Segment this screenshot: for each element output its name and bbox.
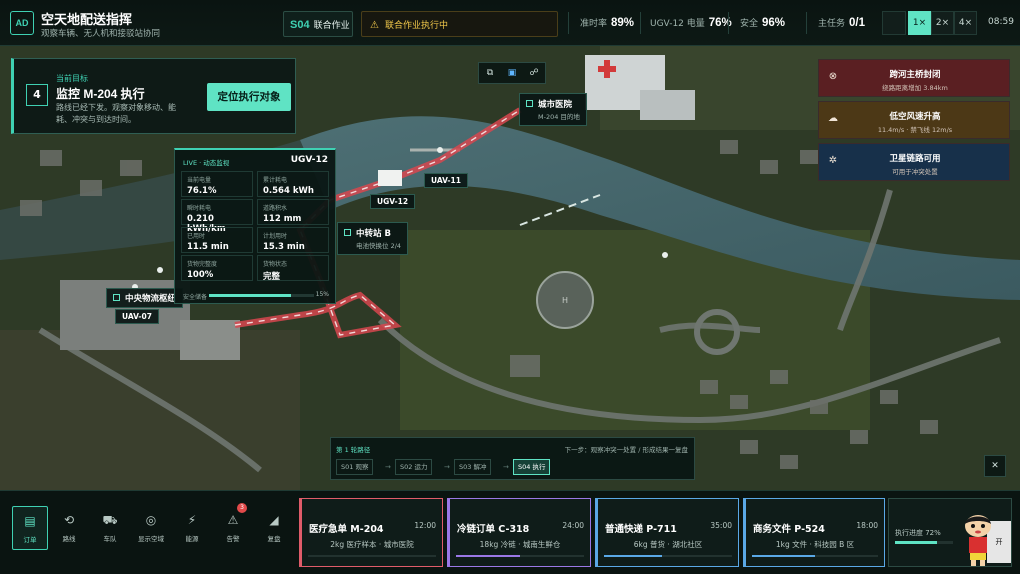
ugv-12-tag[interactable]: UGV-12 [370, 194, 416, 209]
alert-bridge-closed[interactable]: ⊗ 跨河主桥封闭 绕路距离增加 3.84km [818, 59, 1010, 97]
telemetry-cell: 道路积水 112 mm [257, 199, 329, 225]
stage-name: 联合作业 [313, 21, 350, 31]
step-s03[interactable]: S03 解冲 [454, 459, 492, 475]
clock: 08:59 [988, 17, 1014, 27]
location-icon [526, 100, 533, 107]
divider [568, 12, 569, 34]
svg-text:H: H [562, 296, 568, 305]
people-icon[interactable]: ☍ [527, 67, 541, 80]
stage-code: S04 [290, 19, 310, 31]
target-title: 监控 M-204 执行 [56, 87, 145, 101]
ugv-vehicle [378, 170, 402, 186]
stat-safety: 安全 96% [740, 17, 786, 29]
telemetry-cell: 瞬时耗电 0.210 kWh/km [181, 199, 253, 234]
car-icon: ⛟ [102, 513, 118, 527]
nav-fleet[interactable]: ⛟ 车队 [92, 506, 128, 550]
stat-main-task: 主任务 0/1 [818, 17, 866, 29]
execution-progress-label: 执行进度 72% [895, 529, 941, 537]
speed-2x-button[interactable]: 2× [931, 11, 954, 35]
telemetry-cell: 当前电量 76.1% [181, 171, 253, 197]
next-step-hint: 下一步：观察冲突一处置 / 形成结果一复盘 [564, 446, 688, 454]
chart-icon: ◢ [269, 513, 279, 527]
nav-orders[interactable]: ▤ 订单 [12, 506, 48, 550]
mascot-avatar [965, 515, 991, 566]
pause-button[interactable] [882, 11, 906, 35]
top-bar: AD 空天地配送指挥 观察车辆、无人机和接驳站协同 S04 联合作业 ⚠ 联合作业执… [0, 0, 1020, 46]
locate-target-button[interactable]: 定位执行对象 [207, 83, 291, 111]
arrow-icon: → [503, 463, 509, 471]
map-toolbar: ⧉ ▣ ☍ [478, 62, 546, 84]
stage-chip[interactable]: S04 联合作业 [283, 11, 353, 37]
nav-review[interactable]: ◢ 复盘 [256, 506, 292, 550]
uav-11-tag[interactable]: UAV-11 [424, 173, 468, 188]
status-text: 联合作业执行中 [384, 21, 448, 31]
video-icon[interactable]: ▣ [505, 67, 519, 80]
location-icon [344, 229, 351, 236]
alert-satellite-link[interactable]: ✲ 卫星链路可用 可用于冲突处置 [818, 143, 1010, 181]
target-description: 路线已经下发。观察对象移动、能耗、冲突与到达时间。 [56, 103, 176, 124]
order-card-m204[interactable]: 医疗急单 M-204 12:00 2kg 医疗样本 · 城市医院 [299, 498, 443, 567]
order-progress [752, 555, 878, 557]
safety-reserve-value: 15% [315, 291, 329, 298]
telemetry-cell: 货物完整度 100% [181, 255, 253, 281]
hub-label[interactable]: 中央物流枢纽 [106, 288, 184, 308]
nav-alerts[interactable]: ⚠ 告警 [215, 506, 251, 550]
stat-battery: UGV-12 电量 76% [650, 17, 732, 29]
order-progress [308, 555, 436, 557]
divider [728, 12, 729, 34]
divider [640, 12, 641, 34]
arrow-icon: → [385, 463, 391, 471]
execution-progress-bar [895, 541, 953, 544]
status-banner: ⚠ 联合作业执行中 [361, 11, 558, 37]
stat-ontime: 准时率 89% [580, 17, 635, 29]
target-label: 当前目标 [56, 74, 88, 83]
clipboard-icon: ▤ [24, 514, 36, 528]
app-subtitle: 观察车辆、无人机和接驳站协同 [41, 29, 161, 39]
radar-icon: ◎ [145, 513, 157, 527]
order-card-p524[interactable]: 商务文件 P-524 18:00 1kg 文件 · 科技园 B 区 [743, 498, 885, 567]
telemetry-cell: 已用时 11.5 min [181, 227, 253, 253]
alert-wind-speed[interactable]: ☁ 低空风速升高 11.4m/s · 禁飞线 12m/s [818, 101, 1010, 139]
step-s02[interactable]: S02 运力 [395, 459, 433, 475]
nav-routes[interactable]: ⟲ 路线 [51, 506, 87, 550]
speed-4x-button[interactable]: 4× [954, 11, 977, 35]
telemetry-cell: 货物状态 完整 [257, 255, 329, 282]
current-target-card: 4 当前目标 监控 M-204 执行 路线已经下发。观察对象移动、能耗、冲突与到… [11, 58, 296, 134]
warning-icon: ⚠ [370, 20, 379, 31]
app-title: 空天地配送指挥 [41, 12, 133, 27]
divider [806, 12, 807, 34]
live-indicator: LIVE · 动态监视 [183, 159, 230, 167]
warning-icon: ⚠ [227, 513, 239, 527]
app-logo: AD [10, 11, 34, 35]
speed-1x-button[interactable]: 1× [908, 11, 931, 35]
telemetry-cell: 累计耗电 0.564 kWh [257, 171, 329, 197]
hospital-label[interactable]: 城市医院 M-204 目的地 [519, 93, 587, 126]
nav-energy[interactable]: ⚡ 能源 [174, 506, 210, 550]
order-card-c318[interactable]: 冷链订单 C-318 24:00 18kg 冷链 · 城南生鲜仓 [447, 498, 591, 567]
order-card-p711[interactable]: 普通快递 P-711 35:00 6kg 普货 · 湖北社区 [595, 498, 739, 567]
telemetry-cell: 计划用时 15.3 min [257, 227, 329, 253]
route-icon: ⟲ [63, 513, 75, 527]
layers-icon[interactable]: ⧉ [483, 67, 497, 80]
battery-icon: ⚡ [187, 513, 197, 527]
nav-airspace[interactable]: ◎ 显示空域 [133, 506, 169, 550]
mute-icon[interactable]: ✕ [984, 455, 1006, 477]
step-s04[interactable]: S04 执行 [513, 459, 551, 475]
safety-reserve-label: 安全储备 [183, 294, 208, 301]
step-s01[interactable]: S01 观察 [336, 459, 374, 475]
order-progress [456, 555, 584, 557]
location-icon [113, 294, 120, 301]
alert-count-badge: 3 [237, 503, 247, 513]
transfer-station-label[interactable]: 中转站 B 电池快换位 2/4 [337, 222, 409, 255]
vehicle-id: UGV-12 [290, 155, 328, 165]
order-progress [604, 555, 732, 557]
uav-07-tag[interactable]: UAV-07 [115, 309, 159, 324]
round-title: 第 1 轮路径 [336, 446, 371, 454]
telemetry-panel: LIVE · 动态监视 UGV-12 当前电量 76.1% 累计耗电 0.564 k… [174, 148, 336, 304]
round-stepper: 第 1 轮路径 下一步：观察冲突一处置 / 形成结果一复盘 S01 观察 → S… [330, 437, 695, 480]
arrow-icon: → [444, 463, 450, 471]
safety-reserve-bar [209, 294, 314, 297]
target-step-number: 4 [26, 84, 48, 106]
